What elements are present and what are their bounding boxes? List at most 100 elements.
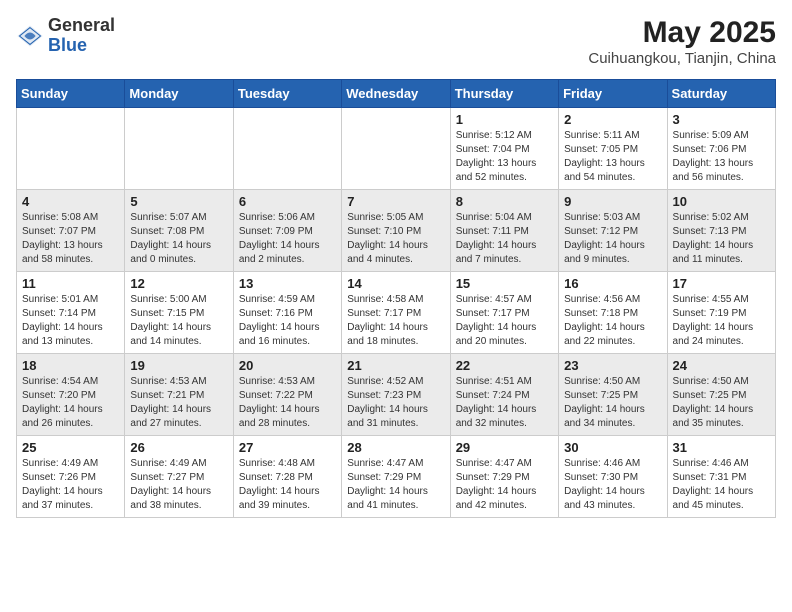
day-number: 7 [347,194,444,209]
calendar-cell: 16 Sunrise: 4:56 AMSunset: 7:18 PMDayligh… [559,272,667,354]
calendar-cell: 3 Sunrise: 5:09 AMSunset: 7:06 PMDaylight… [667,108,775,190]
day-info: Sunrise: 5:00 AMSunset: 7:15 PMDaylight:… [130,293,227,349]
calendar-cell: 18 Sunrise: 4:54 AMSunset: 7:20 PMDayligh… [17,354,125,436]
calendar-cell [17,108,125,190]
day-number: 24 [673,358,770,373]
day-info: Sunrise: 4:53 AMSunset: 7:22 PMDaylight:… [239,375,336,431]
title-area: May 2025 Cuihuangkou, Tianjin, China [588,16,776,67]
calendar-cell: 13Sunrise: 4:59 AMSunset: 7:16 PMDayligh… [233,272,341,354]
calendar-cell: 6 Sunrise: 5:06 AMSunset: 7:09 PMDaylight… [233,190,341,272]
day-number: 30 [564,440,661,455]
calendar-cell: 12 Sunrise: 5:00 AMSunset: 7:15 PMDayligh… [125,272,233,354]
day-number: 22 [456,358,553,373]
day-number: 20 [239,358,336,373]
day-info: Sunrise: 5:01 AMSunset: 7:14 PMDaylight:… [22,293,119,349]
day-info: Sunrise: 5:02 AMSunset: 7:13 PMDaylight:… [673,211,770,267]
month-title: May 2025 [588,16,776,50]
day-info: Sunrise: 5:12 AMSunset: 7:04 PMDaylight:… [456,129,553,185]
calendar-cell: 4Sunrise: 5:08 AMSunset: 7:07 PMDaylight… [17,190,125,272]
calendar-cell: 27Sunrise: 4:48 AMSunset: 7:28 PMDayligh… [233,436,341,518]
day-number: 19 [130,358,227,373]
day-number: 27 [239,440,336,455]
calendar-cell: 31 Sunrise: 4:46 AMSunset: 7:31 PMDayligh… [667,436,775,518]
day-info: Sunrise: 4:51 AMSunset: 7:24 PMDaylight:… [456,375,553,431]
day-number: 18 [22,358,119,373]
calendar-cell: 10 Sunrise: 5:02 AMSunset: 7:13 PMDayligh… [667,190,775,272]
day-number: 2 [564,112,661,127]
calendar-cell [342,108,450,190]
day-number: 11 [22,276,119,291]
day-info: Sunrise: 4:55 AMSunset: 7:19 PMDaylight:… [673,293,770,349]
day-number: 10 [673,194,770,209]
calendar-header-row: SundayMondayTuesdayWednesdayThursdayFrid… [17,80,776,108]
day-info: Sunrise: 4:59 AMSunset: 7:16 PMDaylight:… [239,293,336,349]
col-header-tuesday: Tuesday [233,80,341,108]
day-number: 15 [456,276,553,291]
calendar-cell: 15 Sunrise: 4:57 AMSunset: 7:17 PMDayligh… [450,272,558,354]
day-number: 28 [347,440,444,455]
calendar-cell: 22 Sunrise: 4:51 AMSunset: 7:24 PMDayligh… [450,354,558,436]
calendar-cell: 2 Sunrise: 5:11 AMSunset: 7:05 PMDaylight… [559,108,667,190]
day-number: 8 [456,194,553,209]
calendar-row: 18 Sunrise: 4:54 AMSunset: 7:20 PMDayligh… [17,354,776,436]
day-info: Sunrise: 5:11 AMSunset: 7:05 PMDaylight:… [564,129,661,185]
calendar-row: 11 Sunrise: 5:01 AMSunset: 7:14 PMDayligh… [17,272,776,354]
day-info: Sunrise: 4:57 AMSunset: 7:17 PMDaylight:… [456,293,553,349]
day-info: Sunrise: 4:54 AMSunset: 7:20 PMDaylight:… [22,375,119,431]
day-info: Sunrise: 4:49 AMSunset: 7:27 PMDaylight:… [130,457,227,513]
header: General Blue May 2025 Cuihuangkou, Tianj… [16,16,776,67]
day-info: Sunrise: 4:47 AMSunset: 7:29 PMDaylight:… [347,457,444,513]
day-info: Sunrise: 5:05 AMSunset: 7:10 PMDaylight:… [347,211,444,267]
logo: General Blue [16,16,115,56]
day-info: Sunrise: 5:03 AMSunset: 7:12 PMDaylight:… [564,211,661,267]
day-info: Sunrise: 4:46 AMSunset: 7:30 PMDaylight:… [564,457,661,513]
day-number: 3 [673,112,770,127]
calendar-cell: 7 Sunrise: 5:05 AMSunset: 7:10 PMDaylight… [342,190,450,272]
day-info: Sunrise: 5:07 AMSunset: 7:08 PMDaylight:… [130,211,227,267]
day-info: Sunrise: 5:09 AMSunset: 7:06 PMDaylight:… [673,129,770,185]
calendar-cell: 21Sunrise: 4:52 AMSunset: 7:23 PMDayligh… [342,354,450,436]
day-number: 29 [456,440,553,455]
calendar-cell: 25 Sunrise: 4:49 AMSunset: 7:26 PMDayligh… [17,436,125,518]
day-info: Sunrise: 4:56 AMSunset: 7:18 PMDaylight:… [564,293,661,349]
day-info: Sunrise: 4:47 AMSunset: 7:29 PMDaylight:… [456,457,553,513]
day-info: Sunrise: 4:49 AMSunset: 7:26 PMDaylight:… [22,457,119,513]
calendar-cell: 19Sunrise: 4:53 AMSunset: 7:21 PMDayligh… [125,354,233,436]
day-number: 1 [456,112,553,127]
col-header-saturday: Saturday [667,80,775,108]
col-header-friday: Friday [559,80,667,108]
day-number: 25 [22,440,119,455]
day-info: Sunrise: 5:04 AMSunset: 7:11 PMDaylight:… [456,211,553,267]
calendar-cell: 8 Sunrise: 5:04 AMSunset: 7:11 PMDaylight… [450,190,558,272]
location: Cuihuangkou, Tianjin, China [588,50,776,67]
calendar-cell: 23Sunrise: 4:50 AMSunset: 7:25 PMDayligh… [559,354,667,436]
calendar-cell: 17 Sunrise: 4:55 AMSunset: 7:19 PMDayligh… [667,272,775,354]
day-number: 14 [347,276,444,291]
day-number: 16 [564,276,661,291]
calendar-cell: 9Sunrise: 5:03 AMSunset: 7:12 PMDaylight… [559,190,667,272]
calendar-cell: 11 Sunrise: 5:01 AMSunset: 7:14 PMDayligh… [17,272,125,354]
calendar-cell: 20 Sunrise: 4:53 AMSunset: 7:22 PMDayligh… [233,354,341,436]
calendar-row: 4Sunrise: 5:08 AMSunset: 7:07 PMDaylight… [17,190,776,272]
calendar-cell: 24Sunrise: 4:50 AMSunset: 7:25 PMDayligh… [667,354,775,436]
day-number: 31 [673,440,770,455]
calendar-cell: 29 Sunrise: 4:47 AMSunset: 7:29 PMDayligh… [450,436,558,518]
day-number: 17 [673,276,770,291]
day-number: 5 [130,194,227,209]
calendar-table: SundayMondayTuesdayWednesdayThursdayFrid… [16,79,776,518]
calendar-cell: 26 Sunrise: 4:49 AMSunset: 7:27 PMDayligh… [125,436,233,518]
col-header-sunday: Sunday [17,80,125,108]
day-number: 26 [130,440,227,455]
day-number: 21 [347,358,444,373]
day-number: 12 [130,276,227,291]
day-number: 23 [564,358,661,373]
day-info: Sunrise: 4:46 AMSunset: 7:31 PMDaylight:… [673,457,770,513]
day-info: Sunrise: 5:08 AMSunset: 7:07 PMDaylight:… [22,211,119,267]
calendar-cell: 30 Sunrise: 4:46 AMSunset: 7:30 PMDayligh… [559,436,667,518]
calendar-cell: 28 Sunrise: 4:47 AMSunset: 7:29 PMDayligh… [342,436,450,518]
col-header-thursday: Thursday [450,80,558,108]
calendar-cell: 1 Sunrise: 5:12 AMSunset: 7:04 PMDaylight… [450,108,558,190]
day-number: 6 [239,194,336,209]
day-info: Sunrise: 5:06 AMSunset: 7:09 PMDaylight:… [239,211,336,267]
calendar-cell: 14Sunrise: 4:58 AMSunset: 7:17 PMDayligh… [342,272,450,354]
